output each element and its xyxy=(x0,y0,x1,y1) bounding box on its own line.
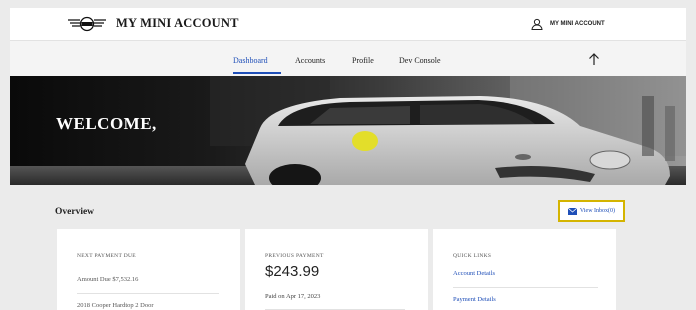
welcome-heading: WELCOME, xyxy=(56,114,157,133)
envelope-icon xyxy=(567,207,577,215)
next-payment-card: NEXT PAYMENT DUE Amount Due $7,532.16 20… xyxy=(57,229,240,310)
hero-banner: WELCOME, xyxy=(10,76,686,185)
nav-dashboard[interactable]: Dashboard xyxy=(233,56,268,65)
vehicle-text: 2018 Cooper Hardtop 2 Door xyxy=(77,302,154,309)
payment-details-link[interactable]: Payment Details xyxy=(453,296,496,303)
quick-links-title: QUICK LINKS xyxy=(453,253,492,259)
mini-logo-icon[interactable] xyxy=(67,16,107,32)
previous-payment-amount: $243.99 xyxy=(265,263,320,280)
nav-dev-console[interactable]: Dev Console xyxy=(399,56,441,65)
nav-profile[interactable]: Profile xyxy=(352,56,374,65)
amount-due-text: Amount Due $7,532.16 xyxy=(77,276,139,283)
top-header: MY MINI ACCOUNT MY MINI ACCOUNT xyxy=(10,8,686,40)
next-payment-title: NEXT PAYMENT DUE xyxy=(77,253,136,259)
main-nav: Dashboard Accounts Profile Dev Console xyxy=(10,40,686,76)
account-details-link[interactable]: Account Details xyxy=(453,270,495,277)
paid-on-text: Paid on Apr 17, 2023 xyxy=(265,293,321,300)
active-tab-indicator xyxy=(233,72,281,74)
card-divider xyxy=(453,287,598,288)
user-icon xyxy=(531,18,543,30)
card-divider xyxy=(77,293,219,294)
account-menu[interactable]: MY MINI ACCOUNT xyxy=(531,18,605,30)
previous-payment-card: PREVIOUS PAYMENT $243.99 Paid on Apr 17,… xyxy=(245,229,428,310)
quick-links-card: QUICK LINKS Account Details Payment Deta… xyxy=(433,229,616,310)
previous-payment-title: PREVIOUS PAYMENT xyxy=(265,253,324,259)
view-inbox-button[interactable]: View Inbox(0) xyxy=(558,200,625,222)
view-inbox-label: View Inbox(0) xyxy=(579,208,616,214)
arrow-up-icon[interactable] xyxy=(588,52,600,66)
site-title[interactable]: MY MINI ACCOUNT xyxy=(116,16,239,31)
nav-accounts[interactable]: Accounts xyxy=(295,56,325,65)
overview-heading: Overview xyxy=(55,207,95,217)
account-label: MY MINI ACCOUNT xyxy=(550,21,605,27)
